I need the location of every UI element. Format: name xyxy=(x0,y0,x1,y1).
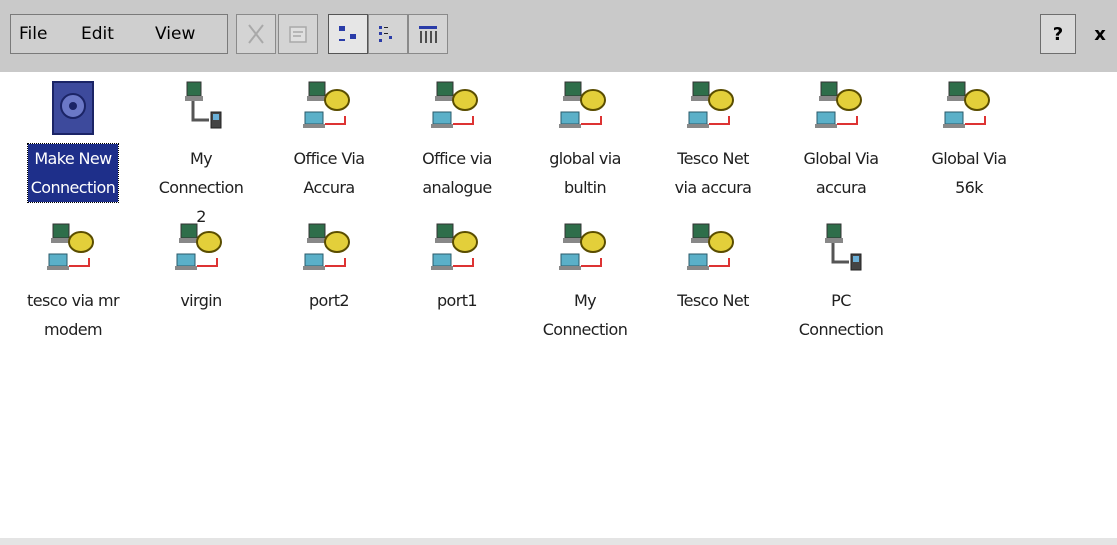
menu-view-label: View xyxy=(155,24,196,44)
connection-label: Office Via Accura xyxy=(293,149,365,197)
dialup-connection-icon xyxy=(941,76,997,140)
connection-label: Tesco Net via accura xyxy=(674,149,752,197)
dialup-connection-icon xyxy=(685,218,741,282)
connection-item-tesco-net-via-accura[interactable]: Tesco Net via accura xyxy=(648,76,778,202)
direct-connection-icon xyxy=(813,218,869,282)
connection-item-tesco-net[interactable]: Tesco Net xyxy=(648,218,778,315)
connection-label: Office via analogue xyxy=(422,149,492,197)
dialup-connection-icon xyxy=(557,76,613,140)
close-button[interactable]: x xyxy=(1082,14,1117,54)
connections-icon-view: Make New Connection My Connection 2 Offi… xyxy=(0,72,1117,540)
connection-item-my-connection[interactable]: My Connection xyxy=(520,218,650,344)
list-view-button[interactable] xyxy=(368,14,408,54)
help-label: ? xyxy=(1052,23,1064,45)
command-bar: File Edit View ? x xyxy=(0,0,1117,73)
menu-edit[interactable]: Edit xyxy=(76,14,119,54)
connection-item-virgin[interactable]: virgin xyxy=(136,218,266,315)
connection-label: port1 xyxy=(437,291,478,310)
dialup-connection-icon xyxy=(429,76,485,140)
large-icons-view-button[interactable] xyxy=(328,14,368,54)
connection-item-pc-connection[interactable]: PC Connection xyxy=(776,218,906,344)
details-view-button[interactable] xyxy=(408,14,448,54)
menu-edit-label: Edit xyxy=(81,24,114,44)
connection-item-my-connection-2[interactable]: My Connection 2 xyxy=(136,76,266,231)
dialup-connection-icon xyxy=(429,218,485,282)
dialup-connection-icon xyxy=(301,218,357,282)
connection-label: PC Connection xyxy=(798,291,884,339)
close-label: x xyxy=(1094,23,1106,45)
connection-label: Tesco Net xyxy=(677,291,749,310)
make-new-connection-icon xyxy=(45,76,101,140)
connection-label: tesco via mr modem xyxy=(27,291,120,339)
connection-item-office-via-accura[interactable]: Office Via Accura xyxy=(264,76,394,202)
menu-file-label: File xyxy=(19,24,48,44)
properties-button[interactable] xyxy=(278,14,318,54)
connection-item-tesco-via-mr-modem[interactable]: tesco via mr modem xyxy=(8,218,138,344)
connection-item-port2[interactable]: port2 xyxy=(264,218,394,315)
dialup-connection-icon xyxy=(813,76,869,140)
help-button[interactable]: ? xyxy=(1040,14,1076,54)
cut-icon xyxy=(248,24,264,44)
bottom-border xyxy=(0,538,1117,545)
details-icon xyxy=(419,26,437,43)
dialup-connection-icon xyxy=(45,218,101,282)
cut-button[interactable] xyxy=(236,14,276,54)
dialup-connection-icon xyxy=(685,76,741,140)
connection-item-global-via-bultin[interactable]: global via bultin xyxy=(520,76,650,202)
dialup-connection-icon xyxy=(301,76,357,140)
connection-item-make-new[interactable]: Make New Connection xyxy=(8,76,138,203)
large-icons-icon xyxy=(339,26,356,41)
connection-label: Global Via 56k xyxy=(931,149,1008,197)
menu-file[interactable]: File xyxy=(14,14,52,54)
menu-view[interactable]: View xyxy=(150,14,200,54)
connection-label: global via bultin xyxy=(549,149,621,197)
direct-connection-icon xyxy=(173,76,229,140)
dialup-connection-icon xyxy=(173,218,229,282)
connection-label: virgin xyxy=(180,291,222,310)
connection-item-port1[interactable]: port1 xyxy=(392,218,522,315)
dialup-connection-icon xyxy=(557,218,613,282)
properties-icon xyxy=(289,26,307,43)
connection-label: My Connection xyxy=(542,291,628,339)
list-icon xyxy=(379,26,392,42)
connection-item-office-via-analogue[interactable]: Office via analogue xyxy=(392,76,522,202)
connection-label: port2 xyxy=(309,291,350,310)
connection-item-global-via-accura[interactable]: Global Via accura xyxy=(776,76,906,202)
connection-label: Make New Connection xyxy=(26,143,120,203)
connection-item-global-via-56k[interactable]: Global Via 56k xyxy=(904,76,1034,202)
connection-label: Global Via accura xyxy=(803,149,880,197)
